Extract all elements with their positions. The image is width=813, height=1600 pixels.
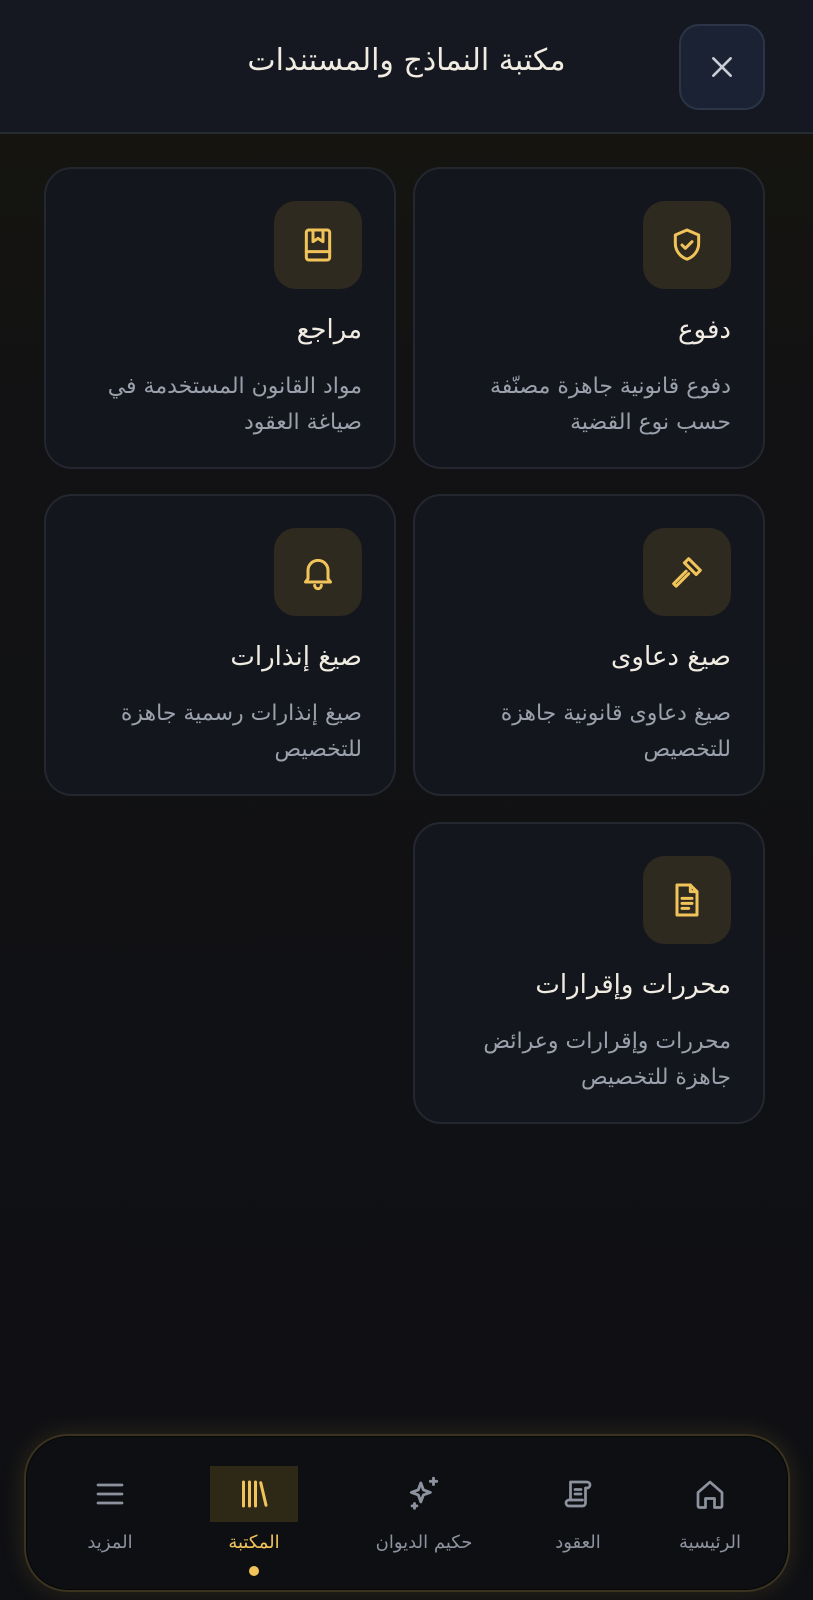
card-icon-box [643,201,731,289]
bookmark-book-icon [304,228,332,262]
close-button[interactable] [679,24,765,110]
close-icon [712,57,732,77]
card-description: صيغ دعاوى قانونية جاهزة للتخصيص [500,701,731,762]
card-icon-box [643,856,731,944]
document-icon [675,883,699,917]
card-description: مواد القانون المستخدمة في صياغة العقود [107,374,362,435]
nav-item-home[interactable]: الرئيسية [640,1436,780,1594]
card-title: صيغ دعاوى [611,642,731,672]
nav-item-more[interactable]: المزيد [40,1436,180,1594]
scroll-icon [564,1480,592,1508]
shield-check-icon [673,228,701,261]
card-references[interactable]: مراجع مواد القانون المستخدمة في صياغة ال… [44,167,396,469]
card-description: محررات وإقرارات وعرائض جاهزة للتخصيص [483,1029,731,1090]
home-icon [696,1480,724,1509]
nav-icon-wrap [210,1466,298,1522]
card-description: صيغ إنذارات رسمية جاهزة للتخصيص [120,701,362,762]
nav-label: العقود [555,1532,601,1553]
card-notice-forms[interactable]: صيغ إنذارات صيغ إنذارات رسمية جاهزة للتخ… [44,494,396,796]
nav-label: حكيم الديوان [375,1532,473,1553]
card-title: صيغ إنذارات [230,642,362,672]
card-title: مراجع [296,315,362,345]
nav-item-assistant[interactable]: حكيم الديوان [354,1436,494,1594]
nav-icon-wrap [66,1466,154,1522]
nav-label: المزيد [87,1532,133,1553]
bottom-nav: الرئيسية العقود حكيم الديوان المكتبة الم… [24,1434,790,1592]
card-icon-box [643,528,731,616]
gavel-icon [672,557,702,588]
library-icon [242,1480,268,1508]
card-documents-declarations[interactable]: محررات وإقرارات محررات وإقرارات وعرائض ج… [413,822,765,1124]
sparkles-icon [409,1476,439,1510]
nav-icon-wrap [534,1466,622,1522]
nav-icon-wrap [666,1466,754,1522]
top-bar: مكتبة النماذج والمستندات [0,0,813,134]
card-icon-box [274,201,362,289]
menu-icon [96,1483,124,1505]
bell-icon [304,558,332,591]
active-indicator-dot [249,1566,259,1576]
nav-icon-wrap [380,1466,468,1522]
card-title: محررات وإقرارات [535,970,731,1000]
card-defenses[interactable]: دفوع دفوع قانونية جاهزة مصنّفة حسب نوع ا… [413,167,765,469]
nav-item-library[interactable]: المكتبة [184,1436,324,1594]
nav-item-contracts[interactable]: العقود [508,1436,648,1594]
card-title: دفوع [678,315,731,345]
card-description: دفوع قانونية جاهزة مصنّفة حسب نوع القضية [489,374,731,435]
card-lawsuit-forms[interactable]: صيغ دعاوى صيغ دعاوى قانونية جاهزة للتخصي… [413,494,765,796]
card-icon-box [274,528,362,616]
